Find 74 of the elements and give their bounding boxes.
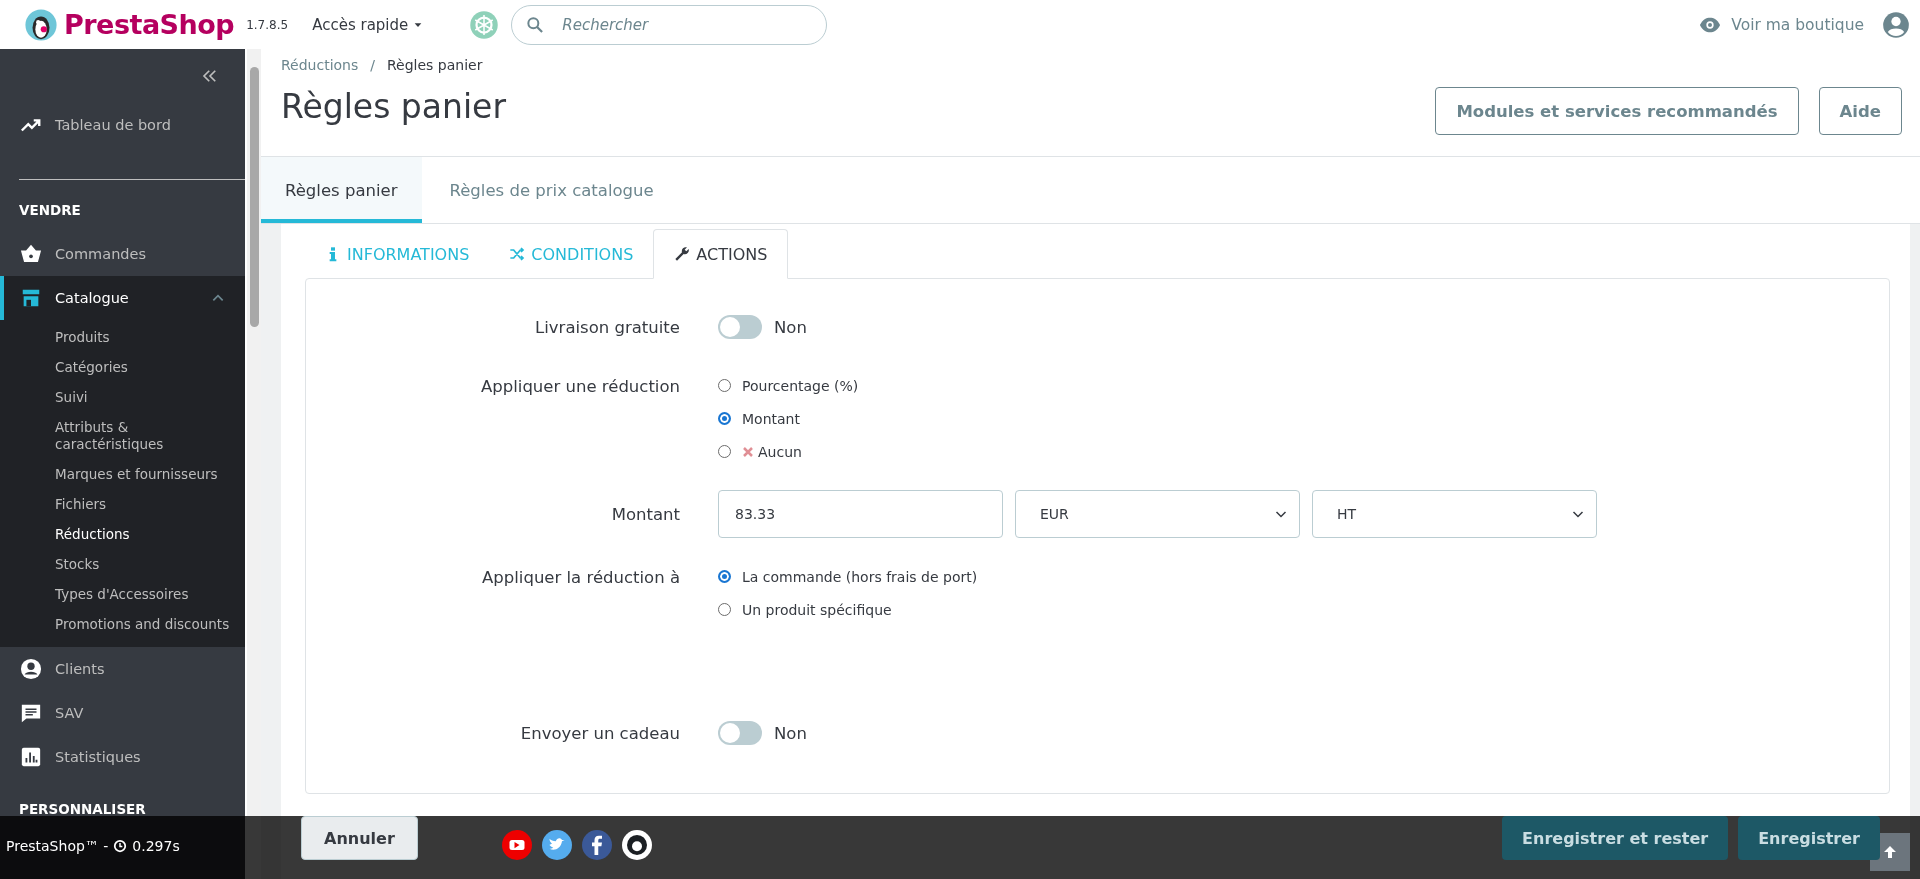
page-title: Règles panier (281, 86, 506, 126)
bird-icon[interactable] (541, 830, 572, 860)
breadcrumb-current: Règles panier (387, 57, 483, 73)
sidebar-item[interactable]: Clients (0, 647, 245, 691)
storefront-icon (20, 287, 42, 309)
arrow-up-icon (1882, 844, 1898, 860)
submenu-item[interactable]: Catégories (55, 352, 245, 382)
scrollbar[interactable] (247, 49, 261, 816)
toggle-state-text: Non (774, 723, 807, 743)
header-button[interactable]: Aide (1818, 87, 1902, 135)
radio-label: La commande (hors frais de port) (742, 568, 978, 585)
field-label: Appliquer la réduction à (482, 568, 680, 587)
shop-link[interactable]: Voir ma boutique (1699, 13, 1864, 36)
breadcrumb-link[interactable]: Réductions (281, 57, 359, 73)
brand-logo-text: PrestaShop (64, 9, 235, 40)
select-dropdown[interactable]: HT (1312, 490, 1597, 538)
submenu-item[interactable]: Fichiers (55, 489, 245, 519)
play-icon[interactable] (501, 830, 532, 860)
radio-button[interactable] (718, 570, 731, 583)
amount-input[interactable]: 83.33 (718, 490, 1003, 538)
field-label: Appliquer une réduction (481, 377, 680, 396)
letter-f-icon[interactable] (581, 830, 612, 860)
sidebar-item[interactable]: Catalogue (0, 276, 245, 320)
user-avatar-icon[interactable] (1882, 10, 1910, 39)
toggle-switch[interactable] (718, 721, 762, 745)
save-button[interactable]: Enregistrer et rester (1502, 816, 1729, 860)
bar-chart-icon (20, 746, 42, 768)
field-label: Envoyer un cadeau (520, 723, 680, 743)
submenu-item[interactable]: Marques et fournisseurs (55, 459, 245, 489)
submenu-item[interactable]: Attributs & caractéristiques (55, 412, 245, 459)
quick-access-dropdown[interactable]: Accès rapide (306, 14, 430, 35)
sidebar-item[interactable]: Statistiques (0, 735, 245, 779)
breadcrumb-separator: / (370, 57, 375, 73)
dashboard-menu-item[interactable]: Tableau de bord (0, 97, 245, 153)
submenu-item[interactable]: Types d'Accessoires (55, 579, 245, 609)
toggle-state-text: Non (774, 317, 807, 337)
basket-icon (20, 243, 42, 265)
search-icon (525, 14, 546, 35)
page-tab[interactable]: Règles de prix catalogue (421, 157, 678, 223)
radio-label: Un produit spécifique (742, 601, 892, 618)
clock-icon (113, 839, 128, 853)
submenu-item[interactable]: Stocks (55, 549, 245, 579)
submenu-item[interactable]: Suivi (55, 382, 245, 412)
user-circle-icon (20, 658, 42, 680)
shuffle-icon (509, 246, 526, 262)
page-tab[interactable]: Règles panier (261, 157, 422, 223)
chat-bubble-icon (20, 702, 42, 724)
select-dropdown[interactable]: EUR (1015, 490, 1300, 538)
wrench-icon (674, 246, 691, 262)
debug-brand-text: PrestaShop™ - (6, 838, 109, 854)
field-label: Livraison gratuite (535, 317, 680, 337)
section-heading: PERSONNALISER (18, 800, 147, 819)
radio-button[interactable] (718, 412, 731, 425)
section-heading: VENDRE (18, 201, 82, 220)
submenu-item[interactable]: Réductions (55, 519, 245, 549)
submenu-item[interactable]: Produits (55, 322, 245, 352)
header-button[interactable]: Modules et services recommandés (1435, 87, 1799, 135)
radio-label: Pourcentage (%) (742, 377, 859, 394)
cancel-button[interactable]: Annuler (301, 816, 418, 860)
penguin-logo-icon (24, 7, 58, 42)
search-field[interactable]: Rechercher (511, 4, 828, 45)
cross-icon (742, 445, 754, 458)
submenu-item[interactable]: Promotions and discounts (55, 609, 245, 639)
sidebar-item[interactable]: Commandes (0, 232, 245, 276)
radio-label: Aucun (758, 443, 802, 460)
toggle-switch[interactable] (718, 315, 762, 339)
form-tab[interactable]: ACTIONS (653, 229, 789, 279)
double-chevron-left-icon[interactable] (201, 67, 219, 85)
load-time-text: 0.297s (132, 838, 180, 854)
field-label: Montant (611, 504, 680, 524)
save-button[interactable]: Enregistrer (1738, 816, 1880, 860)
radio-label: Montant (742, 410, 800, 427)
version-text: 1.7.8.5 (246, 17, 289, 32)
sidebar-item[interactable]: SAV (0, 691, 245, 735)
